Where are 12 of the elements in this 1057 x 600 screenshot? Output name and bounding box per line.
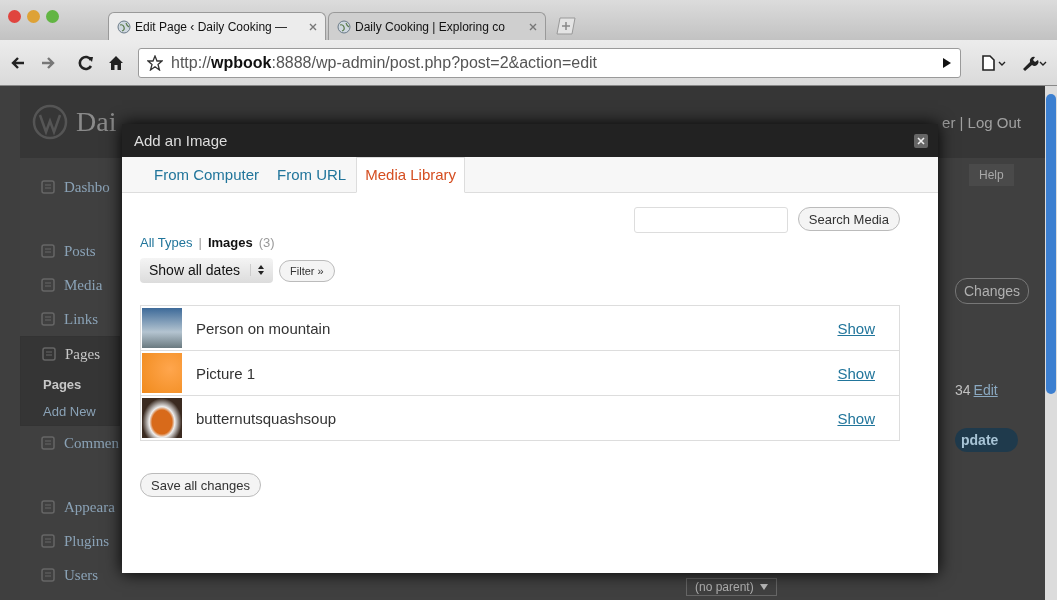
tab-title: Daily Cooking | Exploring co — [355, 19, 506, 34]
media-title: butternutsquashsoup — [196, 409, 338, 427]
user-links: er | Log Out — [942, 113, 1021, 131]
dialog-title: Add an Image — [134, 132, 228, 149]
url-text: http://wpbook:8888/wp-admin/post.php?post=2&action=edit — [171, 53, 599, 72]
item-count: (3) — [258, 235, 275, 250]
media-title: Person on mountain — [196, 319, 332, 337]
tab-title: Edit Page ‹ Daily Cooking — — [135, 19, 289, 34]
site-title: Dai — [76, 106, 117, 138]
media-title: Picture 1 — [196, 364, 257, 382]
divider-text: | — [198, 235, 202, 250]
publish-date: 34 — [955, 382, 971, 398]
